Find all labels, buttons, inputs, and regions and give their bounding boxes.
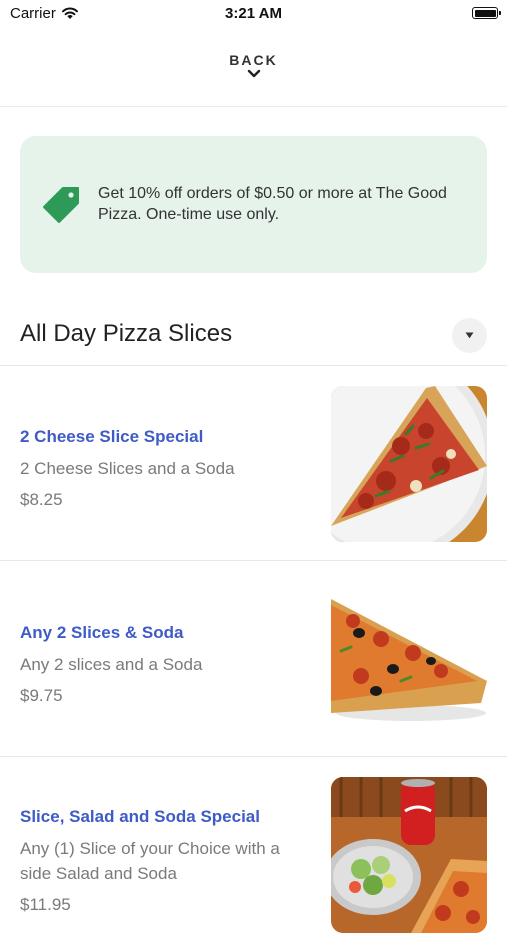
item-price: $9.75 bbox=[20, 686, 63, 705]
item-description: 2 Cheese Slices and a Soda bbox=[20, 459, 235, 478]
tag-icon bbox=[43, 187, 79, 223]
item-name: Any 2 Slices & Soda bbox=[20, 623, 184, 642]
item-image bbox=[331, 581, 487, 737]
back-label: BACK bbox=[229, 52, 278, 68]
item-description: Any (1) Slice of your Choice with a side… bbox=[20, 839, 280, 883]
item-name: Slice, Salad and Soda Special bbox=[20, 807, 260, 826]
status-time: 3:21 AM bbox=[225, 5, 282, 22]
promo-text: Get 10% off orders of $0.50 or more at T… bbox=[98, 185, 447, 223]
menu-item[interactable]: 2 Cheese Slice Special 2 Cheese Slices a… bbox=[0, 366, 507, 561]
header-divider bbox=[0, 106, 507, 107]
status-bar: Carrier 3:21 AM bbox=[0, 0, 507, 28]
battery-icon bbox=[472, 7, 501, 19]
chevron-down-icon bbox=[247, 69, 260, 78]
caret-down-icon bbox=[465, 332, 474, 339]
back-button[interactable]: BACK bbox=[0, 52, 507, 78]
section-title: All Day Pizza Slices bbox=[20, 320, 233, 347]
menu-item[interactable]: Any 2 Slices & Soda Any 2 slices and a S… bbox=[0, 561, 507, 756]
section-header: All Day Pizza Slices bbox=[0, 316, 507, 356]
item-description: Any 2 slices and a Soda bbox=[20, 655, 203, 674]
item-price: $8.25 bbox=[20, 490, 63, 509]
promo-banner: Get 10% off orders of $0.50 or more at T… bbox=[20, 136, 487, 273]
item-image bbox=[331, 386, 487, 542]
item-name: 2 Cheese Slice Special bbox=[20, 427, 204, 446]
section-collapse-button[interactable] bbox=[452, 318, 487, 353]
item-price: $11.95 bbox=[20, 895, 71, 914]
menu-item[interactable]: Slice, Salad and Soda Special Any (1) Sl… bbox=[0, 757, 507, 952]
item-image bbox=[331, 777, 487, 933]
